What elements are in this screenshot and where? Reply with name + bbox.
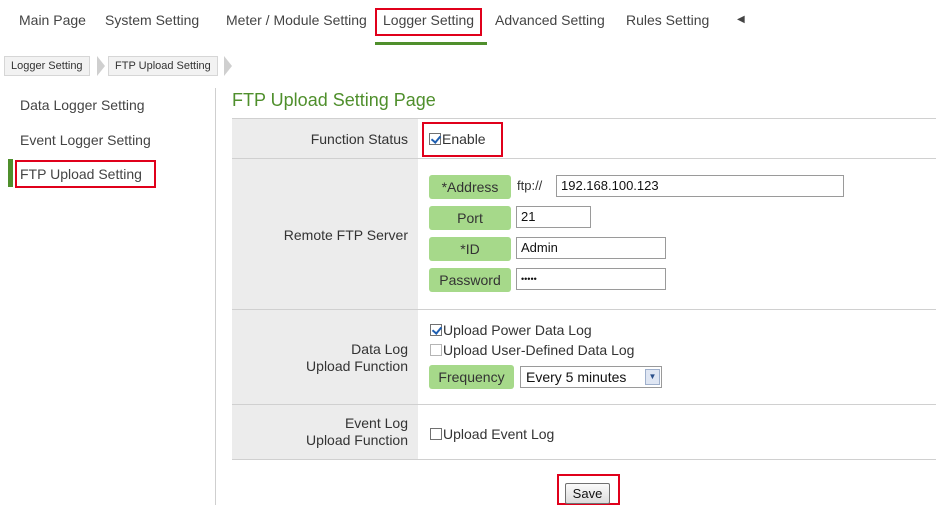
enable-checkbox[interactable] bbox=[429, 133, 441, 145]
frequency-label: Frequency bbox=[429, 365, 514, 389]
remote-ftp-label: Remote FTP Server bbox=[232, 159, 418, 309]
function-status-label: Function Status bbox=[232, 119, 418, 158]
nav-advanced-setting[interactable]: Advanced Setting bbox=[495, 12, 605, 28]
breadcrumb: Logger Setting FTP Upload Setting bbox=[0, 56, 300, 78]
nav-active-highlight bbox=[375, 8, 482, 36]
frequency-selected-value: Every 5 minutes bbox=[526, 369, 627, 385]
frequency-select[interactable]: Every 5 minutes ▼ bbox=[520, 366, 662, 388]
upload-power-checkbox[interactable] bbox=[430, 324, 442, 336]
function-status-row: Function Status Enable bbox=[232, 118, 936, 159]
upload-event-checkbox[interactable] bbox=[430, 428, 442, 440]
upload-power-label: Upload Power Data Log bbox=[443, 322, 592, 338]
nav-meter-module-setting[interactable]: Meter / Module Setting bbox=[226, 12, 367, 28]
nav-rules-setting[interactable]: Rules Setting bbox=[626, 12, 709, 28]
page-title: FTP Upload Setting Page bbox=[232, 90, 436, 110]
nav-main-page[interactable]: Main Page bbox=[19, 12, 86, 28]
upload-event-checkbox-wrapper[interactable]: Upload Event Log bbox=[430, 426, 554, 442]
upload-user-checkbox-wrapper[interactable]: Upload User-Defined Data Log bbox=[430, 342, 634, 358]
save-button[interactable]: Save bbox=[565, 483, 610, 504]
nav-system-setting[interactable]: System Setting bbox=[105, 12, 199, 28]
upload-user-label: Upload User-Defined Data Log bbox=[443, 342, 635, 358]
nav-active-underline bbox=[375, 42, 487, 45]
top-navigation: Main Page System Setting Meter / Module … bbox=[0, 0, 936, 46]
breadcrumb-separator-icon bbox=[97, 56, 105, 76]
chevron-down-icon[interactable]: ▼ bbox=[645, 369, 660, 385]
enable-checkbox-wrapper[interactable]: Enable bbox=[429, 131, 486, 147]
password-label: Password bbox=[429, 268, 511, 292]
address-label: *Address bbox=[429, 175, 511, 199]
port-input[interactable]: 21 bbox=[516, 206, 591, 228]
enable-label: Enable bbox=[442, 131, 486, 147]
password-input[interactable]: ••••• bbox=[516, 268, 666, 290]
sidebar-active-indicator bbox=[8, 159, 13, 187]
sidebar-active-highlight bbox=[15, 160, 156, 188]
id-label: *ID bbox=[429, 237, 511, 261]
caret-left-icon[interactable]: ◀ bbox=[737, 14, 745, 25]
upload-power-checkbox-wrapper[interactable]: Upload Power Data Log bbox=[430, 322, 592, 338]
upload-user-checkbox[interactable] bbox=[430, 344, 442, 356]
event-log-label: Event Log Upload Function bbox=[232, 405, 418, 459]
upload-event-label: Upload Event Log bbox=[443, 426, 555, 442]
breadcrumb-ftp-upload-setting: FTP Upload Setting bbox=[108, 56, 218, 76]
data-log-label: Data Log Upload Function bbox=[232, 310, 418, 404]
breadcrumb-logger-setting[interactable]: Logger Setting bbox=[4, 56, 90, 76]
address-input[interactable]: 192.168.100.123 bbox=[556, 175, 844, 197]
sidebar: Data Logger Setting Event Logger Setting… bbox=[0, 88, 216, 505]
sidebar-item-data-logger[interactable]: Data Logger Setting bbox=[20, 97, 145, 113]
event-log-row: Event Log Upload Function Upload Event L… bbox=[232, 405, 936, 460]
id-input[interactable]: Admin bbox=[516, 237, 666, 259]
remote-ftp-row: Remote FTP Server *Address ftp:// 192.16… bbox=[232, 159, 936, 310]
breadcrumb-separator-icon bbox=[224, 56, 232, 76]
sidebar-item-event-logger[interactable]: Event Logger Setting bbox=[20, 132, 151, 148]
port-label: Port bbox=[429, 206, 511, 230]
data-log-row: Data Log Upload Function Upload Power Da… bbox=[232, 310, 936, 405]
address-prefix: ftp:// bbox=[517, 178, 543, 193]
